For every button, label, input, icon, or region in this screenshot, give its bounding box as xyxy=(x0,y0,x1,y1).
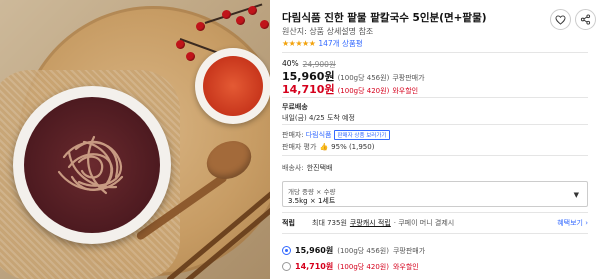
divider xyxy=(282,212,588,213)
seller-label: 판매자: xyxy=(282,131,304,139)
seller-rating-label: 판매자 평가 xyxy=(282,143,317,151)
red-berry xyxy=(222,10,231,19)
seller-row: 판매자: 다림식품 판매자 상품 보러가기 xyxy=(282,130,390,140)
share-icon xyxy=(580,14,591,25)
option-value: 3.5kg × 1세트 xyxy=(288,197,336,205)
carrier-row: 배송사: 한진택배 xyxy=(282,163,332,173)
red-berry xyxy=(186,52,195,61)
option-2-unit: (100g당 420원) xyxy=(337,262,389,271)
thumbs-up-icon: 👍 xyxy=(319,143,329,151)
red-berry xyxy=(176,40,185,49)
shipping-title: 무료배송 xyxy=(282,103,308,111)
carrier-name: 한진택배 xyxy=(306,164,333,172)
price-option-1[interactable]: 15,960원 (100g당 456원) 쿠팡판매가 xyxy=(282,245,425,256)
seller-rating-value: 95% (1,950) xyxy=(331,143,375,151)
option-1-price: 15,960원 xyxy=(295,246,334,255)
option-select[interactable]: 개당 중량 × 수량 3.5kg × 1세트 ▼ xyxy=(282,181,588,207)
cash-reward-link[interactable]: 쿠팡캐시 적립 xyxy=(350,218,391,228)
seller-rating-row: 판매자 평가 👍 95% (1,950) xyxy=(282,142,374,152)
seller-products-button[interactable]: 판매자 상품 보러가기 xyxy=(334,130,390,140)
divider xyxy=(282,52,588,53)
carrier-label: 배송사: xyxy=(282,164,304,172)
seller-name-link[interactable]: 다림식품 xyxy=(306,130,332,140)
divider xyxy=(282,124,588,125)
benefits-link[interactable]: 혜택보기 › xyxy=(557,218,588,228)
product-title: 다림식품 진한 팥물 팥칼국수 5인분(면+팥물) xyxy=(282,12,487,24)
kimchi-bowl xyxy=(195,48,270,124)
red-berry xyxy=(236,16,245,25)
option-2-price: 14,710원 xyxy=(295,262,334,271)
arrival-date: 내일(금) 4/25 도착 예정 xyxy=(282,114,355,122)
reward-amount: 최대 735원 xyxy=(312,219,347,227)
kimchi xyxy=(203,56,263,116)
product-info-panel: 다림식품 진한 팥물 팥칼국수 5인분(면+팥물) 원산지: 상품 상세설명 참… xyxy=(282,0,600,279)
red-berry xyxy=(260,20,269,29)
divider xyxy=(282,155,588,156)
review-count-link[interactable]: 147개 상품평 xyxy=(318,38,362,49)
soup-bowl xyxy=(13,86,171,244)
chevron-down-icon: ▼ xyxy=(573,191,579,199)
share-button[interactable] xyxy=(575,9,596,30)
rating-row: ★★★★★ 147개 상품평 xyxy=(282,38,363,49)
option-1-tag: 쿠팡판매가 xyxy=(392,246,426,255)
red-berry xyxy=(196,22,205,31)
price-option-2[interactable]: 14,710원 (100g당 420원) 와우할인 xyxy=(282,261,419,272)
divider xyxy=(282,97,588,98)
wishlist-button[interactable] xyxy=(550,9,571,30)
radio-selected[interactable] xyxy=(282,246,291,255)
star-rating: ★★★★★ xyxy=(282,39,316,48)
member-price-tag: 와우할인 xyxy=(392,87,419,95)
noodles xyxy=(57,135,124,195)
product-image xyxy=(0,0,270,279)
radio-unselected[interactable] xyxy=(282,262,291,271)
origin-info: 원산지: 상품 상세설명 참조 xyxy=(282,27,374,36)
member-unit-price: (100g당 420원) xyxy=(337,87,390,95)
divider xyxy=(282,233,588,234)
member-price: 14,710원 xyxy=(282,83,335,96)
heart-icon xyxy=(555,14,566,25)
reward-suffix: · 쿠페이 머니 결제시 xyxy=(393,219,455,227)
red-bean-soup xyxy=(24,97,160,233)
reward-label: 적립 xyxy=(282,219,295,227)
option-1-unit: (100g당 456원) xyxy=(337,246,389,255)
red-berry xyxy=(248,6,257,15)
reward-row: 적립 최대 735원 쿠팡캐시 적립 · 쿠페이 머니 결제시 혜택보기 › xyxy=(282,218,588,228)
option-header: 개당 중량 × 수량 xyxy=(288,188,336,196)
option-2-tag: 와우할인 xyxy=(392,262,419,271)
member-price-row: 14,710원 (100g당 420원) 와우할인 xyxy=(282,81,418,97)
